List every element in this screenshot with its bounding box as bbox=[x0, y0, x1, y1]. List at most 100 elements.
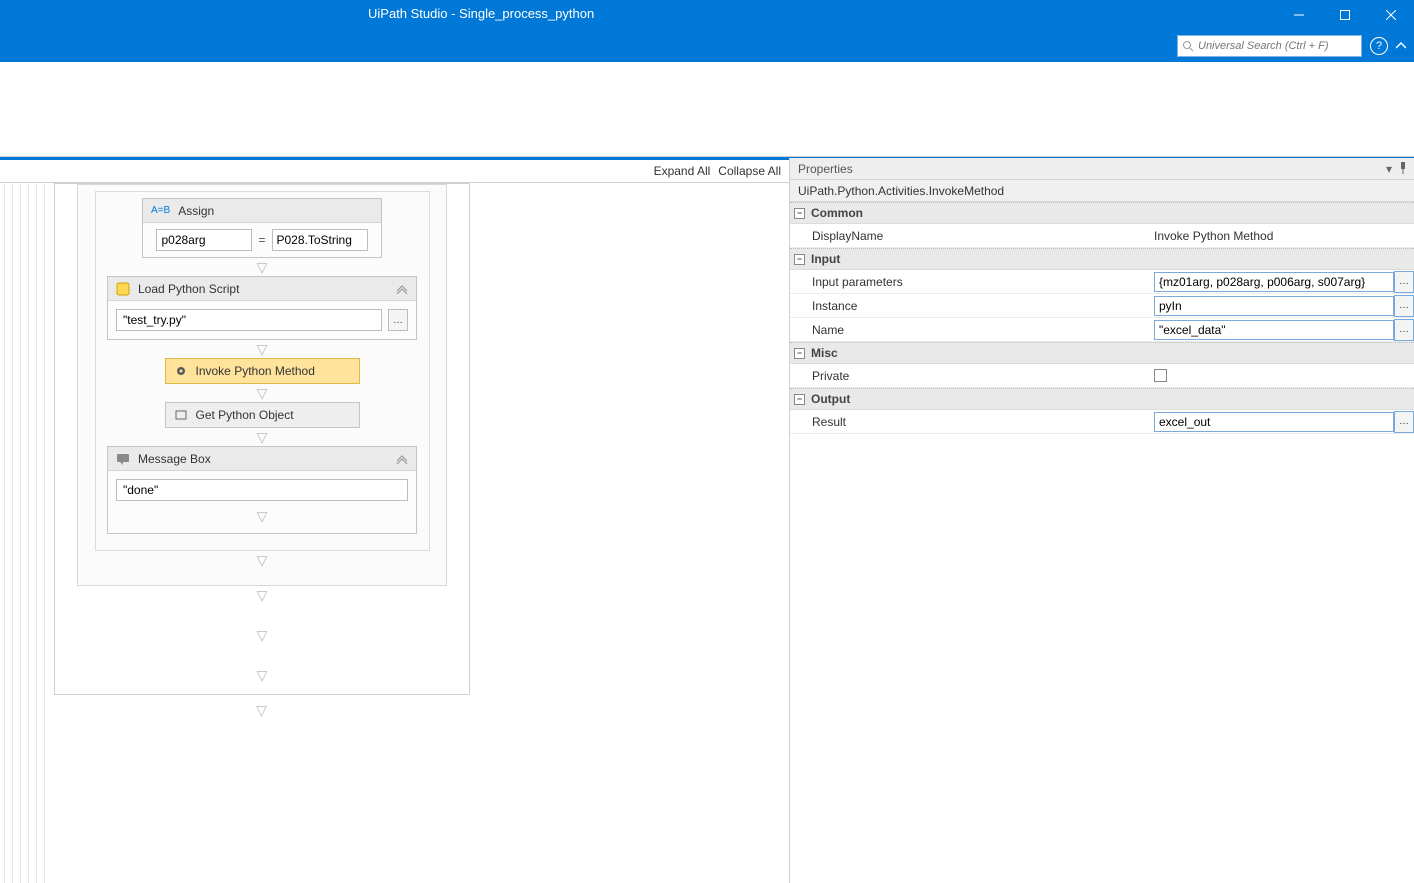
result-value[interactable]: … bbox=[1150, 410, 1414, 433]
nesting-guides bbox=[4, 183, 52, 883]
connector-icon[interactable]: ▽ bbox=[84, 555, 440, 565]
assign-activity[interactable]: A=B Assign = bbox=[142, 198, 382, 258]
private-value[interactable] bbox=[1150, 364, 1414, 387]
name-label: Name bbox=[790, 318, 1150, 341]
row-displayname: DisplayName Invoke Python Method bbox=[790, 224, 1414, 248]
titlebar: UiPath Studio - Single_process_python bbox=[0, 0, 1414, 30]
message-icon bbox=[116, 452, 130, 466]
instance-value[interactable]: … bbox=[1150, 294, 1414, 317]
instance-browse[interactable]: … bbox=[1394, 295, 1414, 317]
message-box-activity[interactable]: Message Box ▽ bbox=[107, 446, 417, 534]
workflow-canvas[interactable]: A=B Assign = ▽ L bbox=[0, 183, 789, 883]
universal-search[interactable] bbox=[1177, 35, 1362, 57]
instance-field[interactable] bbox=[1154, 296, 1394, 316]
row-name: Name … bbox=[790, 318, 1414, 342]
maximize-button[interactable] bbox=[1322, 0, 1368, 30]
row-private: Private bbox=[790, 364, 1414, 388]
group-common-label: Common bbox=[811, 206, 863, 220]
group-input-label: Input bbox=[811, 252, 840, 266]
pin-icon[interactable] bbox=[1398, 162, 1408, 176]
help-button[interactable]: ? bbox=[1370, 37, 1388, 55]
group-output-label: Output bbox=[811, 392, 850, 406]
input-parameters-field[interactable] bbox=[1154, 272, 1394, 292]
input-parameters-value[interactable]: … bbox=[1150, 270, 1414, 293]
collapse-toggle-icon[interactable]: − bbox=[794, 208, 805, 219]
collapse-icon[interactable] bbox=[396, 284, 408, 294]
collapse-toggle-icon[interactable]: − bbox=[794, 254, 805, 265]
window-title: UiPath Studio - Single_process_python bbox=[368, 6, 594, 21]
assign-title: Assign bbox=[178, 204, 214, 218]
connector-icon[interactable]: ▽ bbox=[55, 630, 469, 640]
private-checkbox[interactable] bbox=[1154, 369, 1167, 382]
window-controls bbox=[1276, 0, 1414, 30]
row-input-parameters: Input parameters … bbox=[790, 270, 1414, 294]
name-field[interactable] bbox=[1154, 320, 1394, 340]
properties-panel: Properties ▾ UiPath.Python.Activities.In… bbox=[790, 158, 1414, 883]
collapse-icon[interactable] bbox=[396, 454, 408, 464]
collapse-toggle-icon[interactable]: − bbox=[794, 348, 805, 359]
designer-header: Expand All Collapse All bbox=[0, 160, 789, 183]
connector-icon[interactable]: ▽ bbox=[102, 344, 423, 354]
private-label: Private bbox=[790, 364, 1150, 387]
group-misc[interactable]: − Misc bbox=[790, 342, 1414, 364]
browse-button[interactable]: … bbox=[388, 309, 408, 331]
load-python-title: Load Python Script bbox=[138, 282, 239, 296]
result-field[interactable] bbox=[1154, 412, 1394, 432]
box-icon bbox=[174, 408, 188, 422]
get-python-title: Get Python Object bbox=[196, 408, 294, 422]
body: Expand All Collapse All A=B Assign bbox=[0, 158, 1414, 883]
group-output[interactable]: − Output bbox=[790, 388, 1414, 410]
properties-label: Properties bbox=[798, 162, 853, 176]
load-python-script-activity[interactable]: Load Python Script … bbox=[107, 276, 417, 340]
input-parameters-label: Input parameters bbox=[790, 270, 1150, 293]
outer-sequence[interactable]: A=B Assign = ▽ L bbox=[54, 183, 470, 695]
connector-icon[interactable]: ▽ bbox=[102, 388, 423, 398]
invoke-python-method-activity[interactable]: Invoke Python Method bbox=[165, 358, 360, 384]
python-icon bbox=[116, 282, 130, 296]
message-box-title: Message Box bbox=[138, 452, 211, 466]
group-input[interactable]: − Input bbox=[790, 248, 1414, 270]
search-icon bbox=[1182, 40, 1194, 52]
group-common[interactable]: − Common bbox=[790, 202, 1414, 224]
inner-sequence-2[interactable]: A=B Assign = ▽ L bbox=[77, 184, 447, 586]
connector-icon[interactable]: ▽ bbox=[55, 590, 469, 600]
result-label: Result bbox=[790, 410, 1150, 433]
message-text-input[interactable] bbox=[116, 479, 408, 501]
ribbon-content bbox=[0, 62, 1414, 157]
row-result: Result … bbox=[790, 410, 1414, 434]
row-instance: Instance … bbox=[790, 294, 1414, 318]
collapse-toggle-icon[interactable]: − bbox=[794, 394, 805, 405]
equals-sign: = bbox=[258, 233, 265, 247]
instance-label: Instance bbox=[790, 294, 1150, 317]
inner-sequence-3[interactable]: A=B Assign = ▽ L bbox=[95, 191, 430, 551]
properties-title: Properties ▾ bbox=[790, 158, 1414, 180]
connector-icon[interactable]: ▽ bbox=[257, 511, 268, 521]
connector-icon[interactable]: ▽ bbox=[102, 432, 423, 442]
result-browse[interactable]: … bbox=[1394, 411, 1414, 433]
minimize-button[interactable] bbox=[1276, 0, 1322, 30]
assign-to-input[interactable] bbox=[156, 229, 252, 251]
collapse-all-link[interactable]: Collapse All bbox=[718, 164, 781, 178]
search-input[interactable] bbox=[1198, 40, 1357, 52]
displayname-label: DisplayName bbox=[790, 224, 1150, 247]
name-browse[interactable]: … bbox=[1394, 319, 1414, 341]
get-python-object-activity[interactable]: Get Python Object bbox=[165, 402, 360, 428]
assign-value-input[interactable] bbox=[272, 229, 368, 251]
designer-panel: Expand All Collapse All A=B Assign bbox=[0, 158, 790, 883]
close-button[interactable] bbox=[1368, 0, 1414, 30]
dropdown-icon[interactable]: ▾ bbox=[1386, 162, 1392, 176]
collapse-ribbon-icon[interactable] bbox=[1396, 41, 1406, 51]
connector-icon[interactable]: ▽ bbox=[55, 670, 469, 680]
name-value[interactable]: … bbox=[1150, 318, 1414, 341]
properties-grid: − Common DisplayName Invoke Python Metho… bbox=[790, 202, 1414, 434]
connector-icon[interactable]: ▽ bbox=[54, 705, 469, 715]
script-path-input[interactable] bbox=[116, 309, 382, 331]
gear-icon bbox=[174, 364, 188, 378]
invoke-python-title: Invoke Python Method bbox=[196, 364, 315, 378]
connector-icon[interactable]: ▽ bbox=[102, 262, 423, 272]
activity-type: UiPath.Python.Activities.InvokeMethod bbox=[790, 180, 1414, 202]
ribbon-top: ? bbox=[0, 30, 1414, 62]
expand-all-link[interactable]: Expand All bbox=[654, 164, 711, 178]
displayname-value[interactable]: Invoke Python Method bbox=[1150, 224, 1414, 247]
input-parameters-browse[interactable]: … bbox=[1394, 271, 1414, 293]
